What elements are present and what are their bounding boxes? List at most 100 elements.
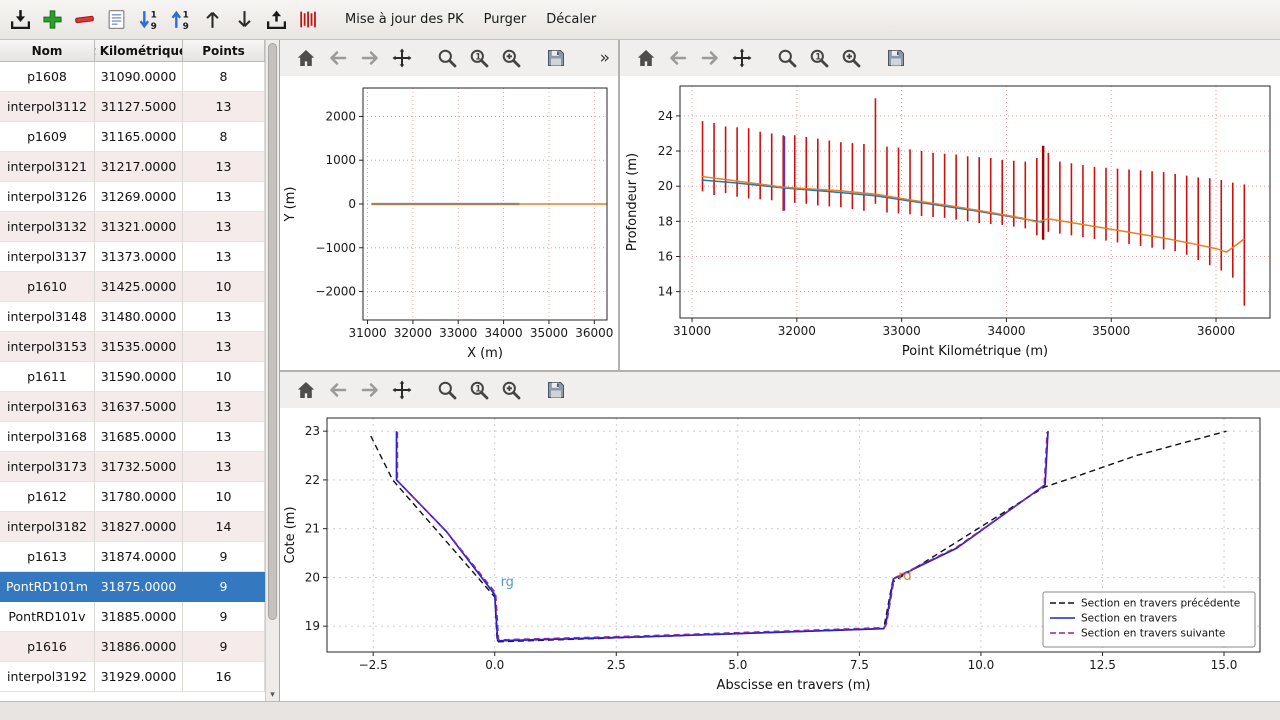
table-row[interactable]: interpol312631269.000013 (0, 182, 265, 212)
home-button[interactable] (292, 44, 320, 72)
zoom-plus-icon (500, 47, 522, 69)
table-row[interactable]: PontRD101v31885.00009 (0, 602, 265, 632)
table-row[interactable]: p161231780.000010 (0, 482, 265, 512)
zoom-one-button[interactable]: 1 (465, 376, 493, 404)
sections-stripes-button[interactable] (294, 5, 324, 35)
move-down-button[interactable] (230, 5, 260, 35)
column-header-points[interactable]: Points (183, 40, 265, 62)
arrow-up-icon (201, 8, 224, 31)
zoom-plus-icon (840, 47, 862, 69)
cell-pk: 31685.0000 (95, 422, 183, 452)
save-button[interactable] (542, 376, 570, 404)
move-up-button[interactable] (198, 5, 228, 35)
svg-text:33000: 33000 (439, 326, 477, 340)
table-row[interactable]: interpol315331535.000013 (0, 332, 265, 362)
table-row[interactable]: p161031425.000010 (0, 272, 265, 302)
cell-nom: PontRD101m (0, 572, 95, 602)
cell-pk: 31217.0000 (95, 152, 183, 182)
zoom-plus-icon (500, 379, 522, 401)
cell-nom: interpol3121 (0, 152, 95, 182)
table-row[interactable]: p161131590.000010 (0, 362, 265, 392)
save-button[interactable] (542, 44, 570, 72)
zoom-one-icon: 1 (808, 47, 830, 69)
svg-text:20: 20 (658, 179, 673, 193)
toolbar-overflow-chevron[interactable]: » (600, 48, 610, 68)
home-button[interactable] (632, 44, 660, 72)
import-sections-button[interactable] (6, 5, 36, 35)
cell-pk: 31732.5000 (95, 452, 183, 482)
scrollbar-thumb[interactable] (268, 43, 277, 620)
plus-green-icon (41, 8, 64, 31)
back-icon (327, 47, 349, 69)
zoom-one-button[interactable]: 1 (465, 44, 493, 72)
table-row[interactable]: PontRD101m31875.00009 (0, 572, 265, 602)
sort-descending-button[interactable]: 19 (134, 5, 164, 35)
table-row[interactable]: interpol319231929.000016 (0, 662, 265, 692)
zoom-plus-button[interactable] (497, 376, 525, 404)
back-button[interactable] (324, 376, 352, 404)
cross-section-chart[interactable]: −2.50.02.55.07.510.012.515.01920212223Ab… (280, 408, 1275, 702)
svg-text:Profondeur (m): Profondeur (m) (625, 153, 640, 251)
svg-text:36000: 36000 (1197, 324, 1235, 338)
table-row[interactable]: interpol311231127.500013 (0, 92, 265, 122)
cell-pk: 31780.0000 (95, 482, 183, 512)
column-header-pk[interactable]: t Kilométrique (95, 40, 183, 62)
svg-text:24: 24 (658, 109, 673, 123)
zoom-button[interactable] (433, 44, 461, 72)
svg-text:14: 14 (658, 285, 673, 299)
cross-section-toolbar: 1 (280, 372, 1280, 408)
longitudinal-profile-chart[interactable]: 3100032000330003400035000360001416182022… (620, 76, 1279, 370)
zoom-plus-button[interactable] (837, 44, 865, 72)
table-row[interactable]: interpol316331637.500013 (0, 392, 265, 422)
zoom-button[interactable] (433, 376, 461, 404)
svg-text:9: 9 (151, 22, 157, 31)
back-button[interactable] (664, 44, 692, 72)
plan-view-chart[interactable]: 310003200033000340003500036000−2000−1000… (280, 76, 617, 370)
table-row[interactable]: interpol318231827.000014 (0, 512, 265, 542)
table-row[interactable]: interpol316831685.000013 (0, 422, 265, 452)
plots-panel: 1 » 310003200033000340003500036000−2000−1… (280, 40, 1280, 701)
sort-ascending-button[interactable]: 19 (166, 5, 196, 35)
shift-button[interactable]: Décaler (537, 8, 605, 31)
svg-text:22: 22 (305, 473, 320, 487)
cell-nom: p1611 (0, 362, 95, 392)
pan-button[interactable] (388, 376, 416, 404)
purge-button[interactable]: Purger (475, 8, 536, 31)
zoom-one-icon: 1 (468, 47, 490, 69)
back-button[interactable] (324, 44, 352, 72)
add-section-button[interactable] (38, 5, 68, 35)
svg-text:Cote (m): Cote (m) (283, 506, 298, 563)
table-row[interactable]: p161631886.00009 (0, 632, 265, 662)
table-row[interactable]: p160831090.00008 (0, 62, 265, 92)
table-row[interactable]: p160931165.00008 (0, 122, 265, 152)
column-header-nom[interactable]: Nom (0, 40, 95, 62)
cell-points: 16 (183, 662, 265, 692)
svg-text:19: 19 (305, 619, 320, 633)
forward-button[interactable] (356, 376, 384, 404)
save-button[interactable] (882, 44, 910, 72)
delete-section-button[interactable] (70, 5, 100, 35)
export-tray-icon (265, 8, 288, 31)
table-row[interactable]: interpol313731373.000013 (0, 242, 265, 272)
table-scrollbar[interactable]: ▾ (265, 40, 279, 701)
zoom-one-button[interactable]: 1 (805, 44, 833, 72)
pan-button[interactable] (388, 44, 416, 72)
forward-button[interactable] (356, 44, 384, 72)
table-row[interactable]: interpol317331732.500013 (0, 452, 265, 482)
svg-text:23: 23 (305, 424, 320, 438)
table-row[interactable]: p161331874.00009 (0, 542, 265, 572)
zoom-button[interactable] (773, 44, 801, 72)
svg-text:31000: 31000 (348, 326, 386, 340)
forward-button[interactable] (696, 44, 724, 72)
table-row[interactable]: interpol314831480.000013 (0, 302, 265, 332)
zoom-plus-button[interactable] (497, 44, 525, 72)
update-pk-button[interactable]: Mise à jour des PK (336, 8, 473, 31)
scrollbar-down-arrow-icon[interactable]: ▾ (266, 690, 279, 700)
cell-nom: p1610 (0, 272, 95, 302)
edit-section-button[interactable] (102, 5, 132, 35)
table-row[interactable]: interpol313231321.000013 (0, 212, 265, 242)
table-row[interactable]: interpol312131217.000013 (0, 152, 265, 182)
export-sections-button[interactable] (262, 5, 292, 35)
home-button[interactable] (292, 376, 320, 404)
pan-button[interactable] (728, 44, 756, 72)
